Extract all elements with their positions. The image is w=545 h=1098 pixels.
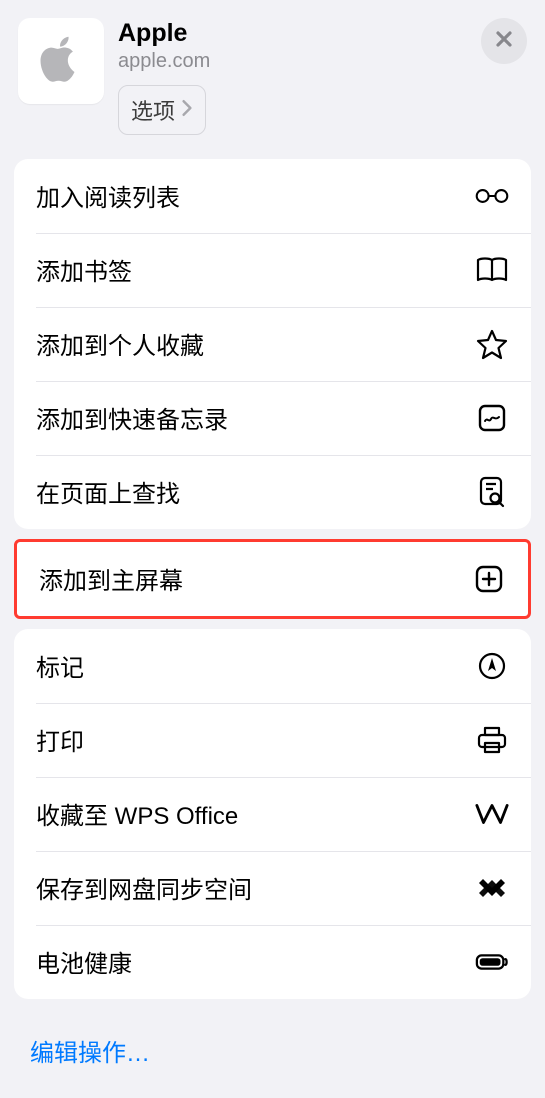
action-add-to-home[interactable]: 添加到主屏幕: [17, 542, 528, 616]
action-label: 加入阅读列表: [36, 178, 180, 213]
add-to-home-icon: [472, 562, 506, 596]
options-label: 选项: [131, 94, 175, 126]
action-save-wps[interactable]: 收藏至 WPS Office: [14, 777, 531, 851]
action-label: 收藏至 WPS Office: [36, 796, 238, 831]
action-group-1: 加入阅读列表 添加书签 添加到个人收藏 添加到快速备忘录 在页面上查找: [14, 159, 531, 529]
action-group-3: 标记 打印 收藏至 WPS Office 保存到网盘同步空间 电池健康: [14, 629, 531, 999]
action-find-on-page[interactable]: 在页面上查找: [14, 455, 531, 529]
glasses-icon: [475, 179, 509, 213]
edit-actions-label: 编辑操作…: [30, 1040, 150, 1067]
action-add-reading-list[interactable]: 加入阅读列表: [14, 159, 531, 233]
close-button[interactable]: [481, 18, 527, 64]
action-label: 添加到主屏幕: [39, 561, 183, 596]
find-on-page-icon: [475, 475, 509, 509]
action-add-favorites[interactable]: 添加到个人收藏: [14, 307, 531, 381]
star-icon: [475, 327, 509, 361]
action-save-cloud[interactable]: 保存到网盘同步空间: [14, 851, 531, 925]
battery-icon: [475, 945, 509, 979]
action-label: 标记: [36, 648, 84, 683]
options-button[interactable]: 选项: [118, 85, 206, 135]
site-thumbnail: [18, 18, 104, 104]
page-url: apple.com: [118, 50, 481, 73]
action-group-highlighted: 添加到主屏幕: [14, 539, 531, 619]
sync-icon: [475, 871, 509, 905]
share-sheet-header: Apple apple.com 选项: [0, 0, 545, 149]
apple-logo-icon: [40, 34, 82, 89]
action-label: 添加书签: [36, 252, 132, 287]
close-icon: [494, 29, 514, 54]
edit-actions-link[interactable]: 编辑操作…: [0, 1009, 545, 1098]
action-label: 添加到快速备忘录: [36, 400, 228, 435]
print-icon: [475, 723, 509, 757]
action-label: 保存到网盘同步空间: [36, 870, 252, 905]
quicknote-icon: [475, 401, 509, 435]
action-label: 打印: [36, 722, 84, 757]
action-label: 电池健康: [36, 944, 132, 979]
action-add-quicknote[interactable]: 添加到快速备忘录: [14, 381, 531, 455]
action-print[interactable]: 打印: [14, 703, 531, 777]
action-markup[interactable]: 标记: [14, 629, 531, 703]
action-label: 添加到个人收藏: [36, 326, 204, 361]
header-meta: Apple apple.com 选项: [104, 18, 481, 135]
wps-icon: [475, 797, 509, 831]
chevron-right-icon: [181, 97, 193, 123]
action-label: 在页面上查找: [36, 474, 180, 509]
markup-icon: [475, 649, 509, 683]
action-battery-health[interactable]: 电池健康: [14, 925, 531, 999]
action-add-bookmark[interactable]: 添加书签: [14, 233, 531, 307]
book-icon: [475, 253, 509, 287]
page-title: Apple: [118, 20, 481, 48]
